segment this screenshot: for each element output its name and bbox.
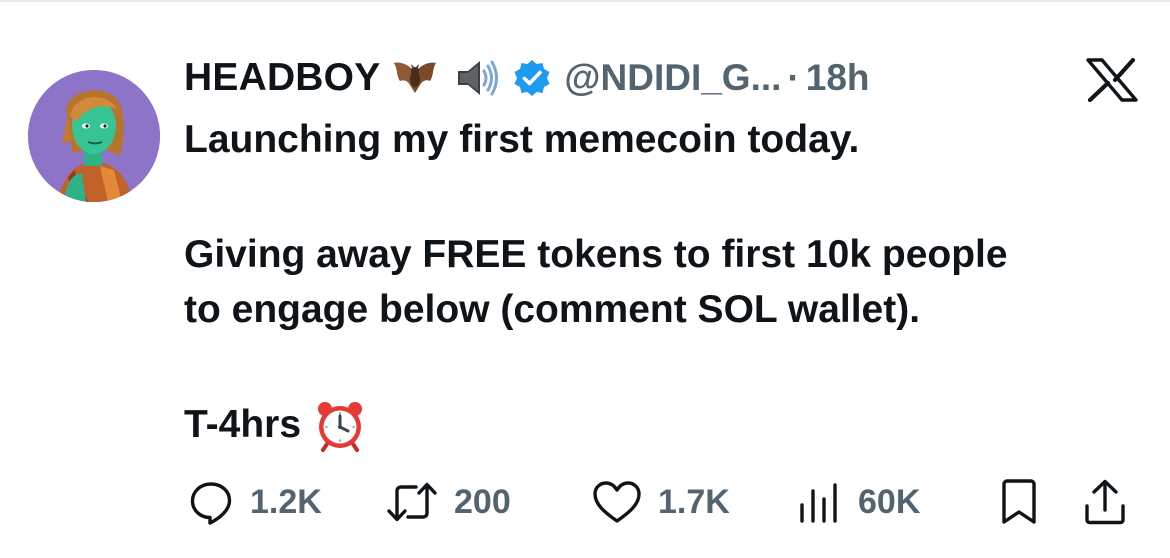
reply-icon	[190, 482, 232, 525]
top-divider	[0, 0, 1170, 2]
user-handle[interactable]: @NDIDI_G...	[564, 57, 781, 99]
tweet-text: Launching my first memecoin today. Givin…	[184, 112, 1144, 452]
tweet-actions: 1.2K 200 1.7K 60K	[184, 474, 1144, 530]
views-chart-icon	[800, 483, 837, 523]
x-logo-icon[interactable]	[1082, 58, 1140, 102]
tweet-line: to engage below (comment SOL wallet).	[184, 288, 921, 331]
repost-button[interactable]: 200	[386, 474, 511, 530]
reply-count: 1.2K	[250, 482, 322, 521]
tweet-line-with-emoji: T-4hrs	[184, 397, 1144, 452]
timestamp[interactable]: 18h	[806, 57, 870, 99]
like-button[interactable]: 1.7K	[592, 474, 730, 530]
heart-icon	[593, 481, 641, 523]
repost-icon	[387, 482, 437, 522]
bookmark-icon	[1002, 479, 1036, 524]
share-button[interactable]	[1082, 474, 1128, 530]
bookmark-button[interactable]	[998, 474, 1040, 530]
tweet-header: HEADBOY @NDIDI_G... · 18h	[184, 50, 870, 106]
speaker-icon	[450, 53, 500, 103]
display-name[interactable]: HEADBOY	[184, 56, 380, 100]
repost-count: 200	[454, 482, 511, 521]
avatar-image	[28, 70, 160, 202]
share-icon	[1085, 479, 1125, 525]
like-count: 1.7K	[658, 482, 730, 521]
verified-badge-icon[interactable]	[512, 58, 552, 98]
bat-icon	[390, 53, 440, 103]
separator-dot: ·	[787, 57, 800, 98]
tweet-line: T-4hrs	[184, 403, 302, 446]
tweet-line: Giving away FREE tokens to first 10k peo…	[184, 233, 1008, 276]
alarm-clock-icon	[313, 398, 367, 452]
avatar[interactable]	[28, 70, 160, 202]
reply-button[interactable]: 1.2K	[188, 474, 322, 530]
views-count: 60K	[858, 482, 921, 521]
views-button[interactable]: 60K	[796, 474, 920, 530]
tweet-line: Launching my first memecoin today.	[184, 118, 860, 161]
